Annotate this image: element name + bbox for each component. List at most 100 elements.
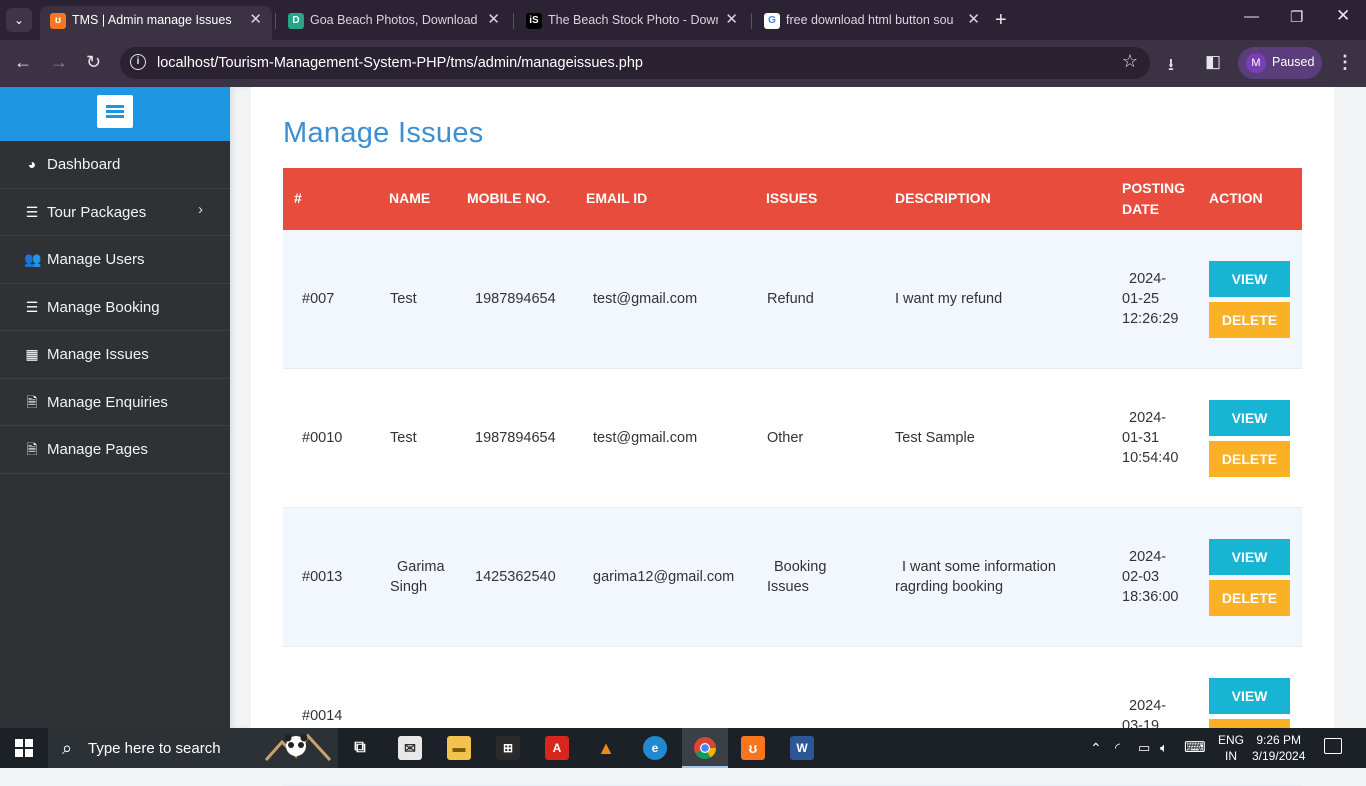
mail-icon[interactable]: ✉ — [398, 736, 422, 760]
browser-tab[interactable]: iS The Beach Stock Photo - Downlo ✕ — [516, 6, 748, 40]
close-tab-icon[interactable]: ✕ — [487, 6, 500, 34]
cell-email: test@gmail.com — [593, 430, 698, 446]
sidebar-item-label: Manage Enquiries — [47, 393, 168, 411]
search-icon: ⌕ — [62, 738, 73, 758]
tab-search-dropdown-icon[interactable]: ⌄ — [6, 8, 32, 32]
edge-icon[interactable]: e — [643, 736, 667, 760]
sidebar-item-label: Manage Booking — [47, 298, 160, 316]
site-info-icon[interactable]: i — [130, 54, 146, 70]
sidebar-item-label: Dashboard — [47, 156, 121, 173]
sidebar-item-manage-users[interactable]: 👥 Manage Users — [0, 236, 230, 284]
side-panel-icon[interactable]: ◧ — [1205, 52, 1221, 72]
microsoft-store-icon[interactable]: ⊞ — [496, 736, 520, 760]
tab-title: The Beach Stock Photo - Downlo — [548, 13, 718, 27]
google-icon: G — [764, 13, 780, 29]
view-button[interactable]: VIEW — [1209, 400, 1290, 436]
bookmark-star-icon[interactable]: ☆ — [1122, 51, 1138, 72]
cell-mobile: 1987894654 — [475, 291, 556, 307]
menu-toggle-icon[interactable] — [97, 95, 133, 128]
sidebar-item-label: Manage Users — [47, 251, 145, 268]
col-header-action: ACTION — [1209, 190, 1263, 206]
users-icon: 👥 — [24, 251, 42, 267]
tab-title: TMS | Admin manage Issues — [72, 13, 232, 27]
tab-separator — [751, 13, 752, 29]
table-row: #007 Test 1987894654 test@gmail.com Refund I … — [283, 230, 1302, 369]
system-clock[interactable]: 9:26 PM 3/19/2024 — [1252, 732, 1305, 764]
tab-separator — [275, 13, 276, 29]
tab-separator — [513, 13, 514, 29]
cell-name: Garima Singh — [390, 559, 445, 595]
col-header-email: EMAIL ID — [586, 190, 648, 206]
cell-date: 2024- 01-25 12:26:29 — [1122, 271, 1179, 327]
file-icon: 🗎 — [26, 441, 38, 457]
delete-button[interactable]: DELETE — [1209, 441, 1290, 477]
close-window-button[interactable]: ✕ — [1336, 6, 1350, 26]
forward-button[interactable]: → — [50, 52, 68, 73]
language-indicator[interactable]: ENG IN — [1218, 732, 1244, 764]
download-icon[interactable]: ⭳ — [1168, 52, 1174, 81]
cell-mobile: 1987894654 — [475, 430, 556, 446]
cell-email: garima12@gmail.com — [593, 569, 735, 585]
cell-id: #0013 — [302, 569, 343, 585]
word-icon[interactable]: W — [790, 736, 814, 760]
panda-search-highlight-icon — [264, 733, 332, 762]
cell-name: Test — [390, 430, 417, 446]
show-hidden-icons-icon[interactable]: ⌃ — [1090, 740, 1102, 757]
tab-title: free download html button sou — [786, 13, 954, 27]
col-header-posting-date: POSTING DATE — [1122, 180, 1186, 217]
battery-icon[interactable]: ▭ — [1138, 740, 1150, 756]
profile-status-label: Paused — [1272, 55, 1315, 69]
view-button[interactable]: VIEW — [1209, 678, 1290, 714]
volume-icon[interactable]: 🔈︎ — [1160, 740, 1168, 756]
taskbar-search[interactable]: ⌕ Type here to search — [48, 728, 338, 768]
browser-tab[interactable]: D Goa Beach Photos, Download Th ✕ — [278, 6, 510, 40]
sidebar-item-manage-pages[interactable]: 🗎 Manage Pages — [0, 426, 230, 474]
keyboard-icon[interactable]: ⌨ — [1184, 738, 1206, 756]
close-tab-icon[interactable]: ✕ — [725, 6, 738, 34]
browser-tab[interactable]: G free download html button sou ✕ — [754, 6, 990, 40]
cell-name: Test — [390, 291, 417, 307]
sidebar-item-manage-issues[interactable]: ▦ Manage Issues — [0, 331, 230, 379]
new-tab-button[interactable]: + — [995, 6, 1007, 34]
view-button[interactable]: VIEW — [1209, 261, 1290, 297]
windows-start-icon[interactable] — [15, 739, 33, 757]
chrome-taskbar-active[interactable] — [682, 728, 728, 768]
sidebar-item-dashboard[interactable]: ◕ Dashboard — [0, 141, 230, 189]
delete-button[interactable]: DELETE — [1209, 580, 1290, 616]
search-placeholder: Type here to search — [88, 740, 221, 757]
minimize-button[interactable]: — — [1244, 8, 1259, 25]
close-tab-icon[interactable]: ✕ — [249, 6, 262, 34]
profile-button[interactable]: M Paused — [1238, 47, 1322, 79]
back-button[interactable]: ← — [14, 52, 32, 73]
cell-mobile: 1425362540 — [475, 569, 556, 585]
admin-sidebar: ◕ Dashboard ☰ Tour Packages › 👥 Manage User… — [0, 87, 230, 728]
task-view-icon[interactable]: ⧉ — [348, 736, 372, 760]
more-menu-icon[interactable]: ⋮ — [1336, 52, 1354, 73]
col-header-mobile: MOBILE NO. — [467, 190, 551, 206]
vlc-icon[interactable]: ▲ — [594, 736, 618, 760]
tab-title: Goa Beach Photos, Download Th — [310, 13, 480, 27]
address-bar[interactable]: i localhost/Tourism-Management-System-PH… — [120, 47, 1150, 79]
chrome-icon — [694, 737, 716, 759]
right-gutter — [1334, 87, 1366, 728]
delete-button[interactable]: DELETE — [1209, 302, 1290, 338]
notification-icon[interactable] — [1324, 738, 1342, 754]
sidebar-item-manage-enquiries[interactable]: 🗎 Manage Enquiries — [0, 379, 230, 426]
cell-email: test@gmail.com — [593, 291, 698, 307]
wifi-icon[interactable]: ◜ — [1115, 740, 1120, 756]
istock-icon: iS — [526, 13, 542, 29]
xampp-icon[interactable]: ʊ — [741, 736, 765, 760]
table-icon: ▦ — [25, 346, 39, 362]
view-button[interactable]: VIEW — [1209, 539, 1290, 575]
acrobat-icon[interactable]: A — [545, 736, 569, 760]
cell-id: #007 — [302, 291, 335, 307]
cell-issue: Booking Issues — [767, 559, 827, 595]
restore-button[interactable]: ❐ — [1290, 8, 1303, 26]
close-tab-icon[interactable]: ✕ — [967, 6, 980, 34]
file-explorer-icon[interactable]: ▬ — [447, 736, 471, 760]
sidebar-item-tour-packages[interactable]: ☰ Tour Packages › — [0, 189, 230, 236]
cell-description: I want some information ragrding booking — [895, 559, 1056, 595]
reload-button[interactable]: ↻ — [86, 52, 101, 73]
browser-tab[interactable]: ʊ TMS | Admin manage Issues ✕ — [40, 6, 272, 40]
sidebar-item-manage-booking[interactable]: ☰ Manage Booking — [0, 284, 230, 331]
